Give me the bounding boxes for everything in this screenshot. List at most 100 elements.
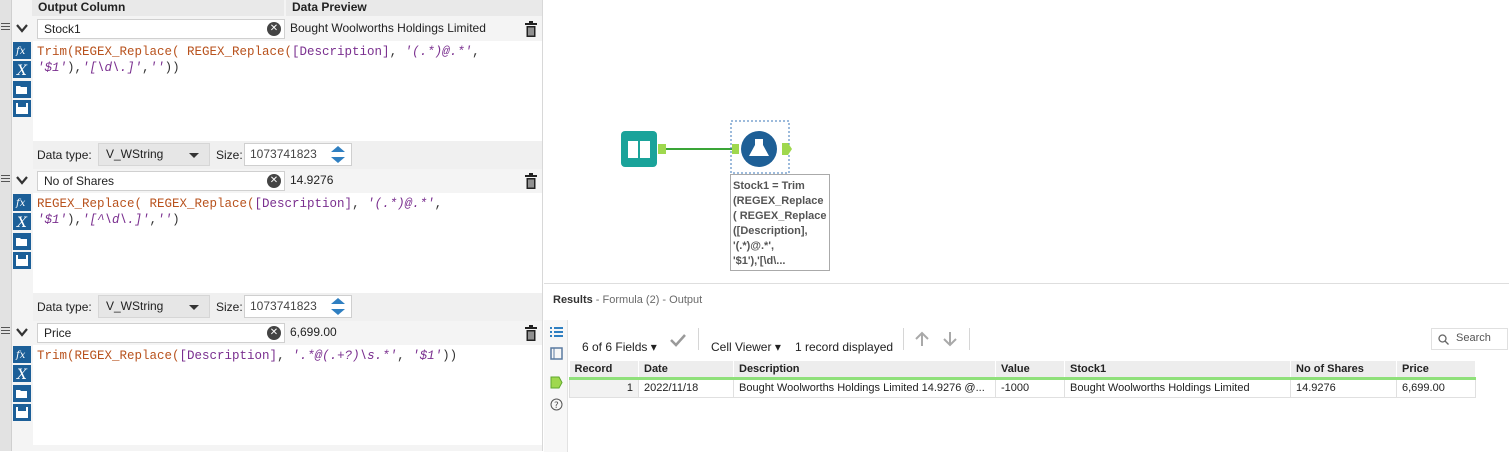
svg-text:fx: fx: [15, 350, 26, 361]
cell-viewer-label: Cell Viewer: [711, 340, 772, 354]
caret-down-icon: ▾: [650, 340, 657, 354]
cell-price[interactable]: 6,699.00: [1396, 377, 1476, 398]
svg-text:fx: fx: [15, 46, 26, 57]
cell-viewer-dropdown[interactable]: Cell Viewer ▾: [711, 338, 781, 356]
expression-string: '$1': [412, 349, 443, 363]
list-icon[interactable]: [550, 326, 563, 339]
function-icon[interactable]: fx: [13, 42, 31, 59]
drag-handle-icon[interactable]: [1, 175, 10, 183]
arrow-up-icon[interactable]: [913, 331, 931, 347]
fields-dropdown[interactable]: 6 of 6 Fields ▾: [582, 338, 657, 356]
cell-stock1[interactable]: Bought Woolworths Holdings Limited: [1064, 377, 1291, 398]
arrow-down-icon[interactable]: [941, 331, 959, 347]
input-anchor[interactable]: [732, 144, 739, 154]
output-column-select[interactable]: Stock1 ✕: [37, 19, 285, 39]
output-column-select[interactable]: Price ✕: [37, 323, 285, 343]
cell-record[interactable]: 1: [569, 377, 639, 398]
clear-icon[interactable]: ✕: [267, 326, 281, 340]
trash-icon[interactable]: [524, 325, 538, 341]
data-type-select[interactable]: V_WString: [98, 295, 210, 318]
input-tool-node[interactable]: [621, 131, 666, 167]
svg-text:X: X: [16, 367, 28, 382]
function-icon[interactable]: fx: [13, 194, 31, 211]
tool-annotation: Stock1 = Trim (REGEX_Replace ( REGEX_Rep…: [730, 174, 830, 271]
save-icon[interactable]: [13, 100, 31, 117]
expression-separator: ,: [434, 197, 443, 211]
trash-icon[interactable]: [524, 173, 538, 189]
workflow-diagram: [621, 120, 792, 174]
data-type-value: V_WString: [106, 147, 164, 161]
caret-down-icon: ▾: [774, 340, 781, 354]
variable-icon[interactable]: X: [13, 365, 31, 382]
expression-separator: ),: [67, 213, 83, 227]
input-tool-body: [621, 131, 657, 167]
expression-separator: ,: [352, 197, 368, 211]
results-title-bold: Results: [553, 294, 593, 306]
expression-editor[interactable]: REGEX_Replace( REGEX_Replace([Descriptio…: [33, 193, 542, 293]
variable-icon[interactable]: X: [13, 213, 31, 230]
cell-value[interactable]: -1000: [995, 377, 1065, 398]
column-header-value[interactable]: Value: [995, 361, 1065, 380]
column-header-no-of-shares[interactable]: No of Shares: [1290, 361, 1397, 380]
column-header-price[interactable]: Price: [1396, 361, 1476, 380]
expression-separator: ,: [277, 349, 293, 363]
table-header-row: Record Date Description Value Stock1 No …: [569, 361, 1476, 380]
expression-editor[interactable]: Trim(REGEX_Replace( REGEX_Replace([Descr…: [33, 41, 542, 141]
cell-no-of-shares[interactable]: 14.9276: [1290, 377, 1397, 398]
expression-string: '$1': [37, 213, 68, 227]
trash-icon[interactable]: [524, 21, 538, 37]
help-icon[interactable]: ?: [550, 398, 563, 411]
data-type-row: Data type: V_WString Size: 1073741823: [33, 293, 542, 321]
variable-icon[interactable]: X: [13, 61, 31, 78]
clear-icon[interactable]: ✕: [267, 174, 281, 188]
search-box[interactable]: Search: [1431, 328, 1508, 350]
output-anchor[interactable]: [782, 143, 792, 155]
expression-string: '[^\d\.]': [82, 213, 150, 227]
expression-separator: )): [442, 349, 458, 363]
metadata-icon[interactable]: [550, 347, 563, 360]
column-header-stock1[interactable]: Stock1: [1064, 361, 1291, 380]
save-icon[interactable]: [13, 404, 31, 421]
save-icon[interactable]: [13, 252, 31, 269]
output-column-value: Price: [44, 326, 72, 340]
search-icon: [1438, 334, 1449, 345]
data-type-label: Data type:: [37, 148, 92, 162]
formula-tool-node[interactable]: [730, 120, 792, 174]
expression-string: '[\d\.]': [82, 61, 143, 75]
open-folder-icon[interactable]: [13, 385, 31, 402]
output-column-value: No of Shares: [44, 174, 115, 188]
toolbar-separator: [969, 328, 970, 350]
column-header-record[interactable]: Record: [569, 361, 639, 380]
fields-count: 6 of 6 Fields: [582, 340, 648, 354]
cell-date[interactable]: 2022/11/18: [638, 377, 734, 398]
output-column-value: Stock1: [44, 22, 81, 36]
drag-handle-icon[interactable]: [1, 23, 10, 31]
output-anchor[interactable]: [658, 144, 666, 154]
drag-handle-icon[interactable]: [1, 327, 10, 335]
chevron-down-icon[interactable]: [14, 172, 30, 188]
data-preview-value: 14.9276: [290, 173, 334, 187]
check-icon[interactable]: [669, 333, 687, 347]
cell-description[interactable]: Bought Woolworths Holdings Limited 14.92…: [733, 377, 996, 398]
expression-function: REGEX_Replace( REGEX_Replace(: [37, 197, 255, 211]
column-header-date[interactable]: Date: [638, 361, 734, 380]
size-spinner-icon[interactable]: [327, 144, 349, 165]
chevron-down-icon[interactable]: [14, 324, 30, 340]
column-header-description[interactable]: Description: [733, 361, 996, 380]
data-anchor-icon[interactable]: [550, 376, 563, 389]
dropdown-caret-icon: [189, 305, 199, 310]
output-column-select[interactable]: No of Shares ✕: [37, 171, 285, 191]
chevron-down-icon[interactable]: [14, 20, 30, 36]
size-spinner-icon[interactable]: [327, 296, 349, 317]
function-icon[interactable]: fx: [13, 346, 31, 363]
size-label: Size:: [216, 300, 243, 314]
search-placeholder: Search: [1456, 332, 1491, 344]
data-type-value: V_WString: [106, 299, 164, 313]
expression-separator: ,: [397, 349, 413, 363]
open-folder-icon[interactable]: [13, 81, 31, 98]
open-folder-icon[interactable]: [13, 233, 31, 250]
data-type-select[interactable]: V_WString: [98, 143, 210, 166]
results-sidebar: ?: [544, 320, 568, 452]
clear-icon[interactable]: ✕: [267, 22, 281, 36]
expression-editor[interactable]: Trim(REGEX_Replace([Description], '.*@(.…: [33, 345, 542, 445]
